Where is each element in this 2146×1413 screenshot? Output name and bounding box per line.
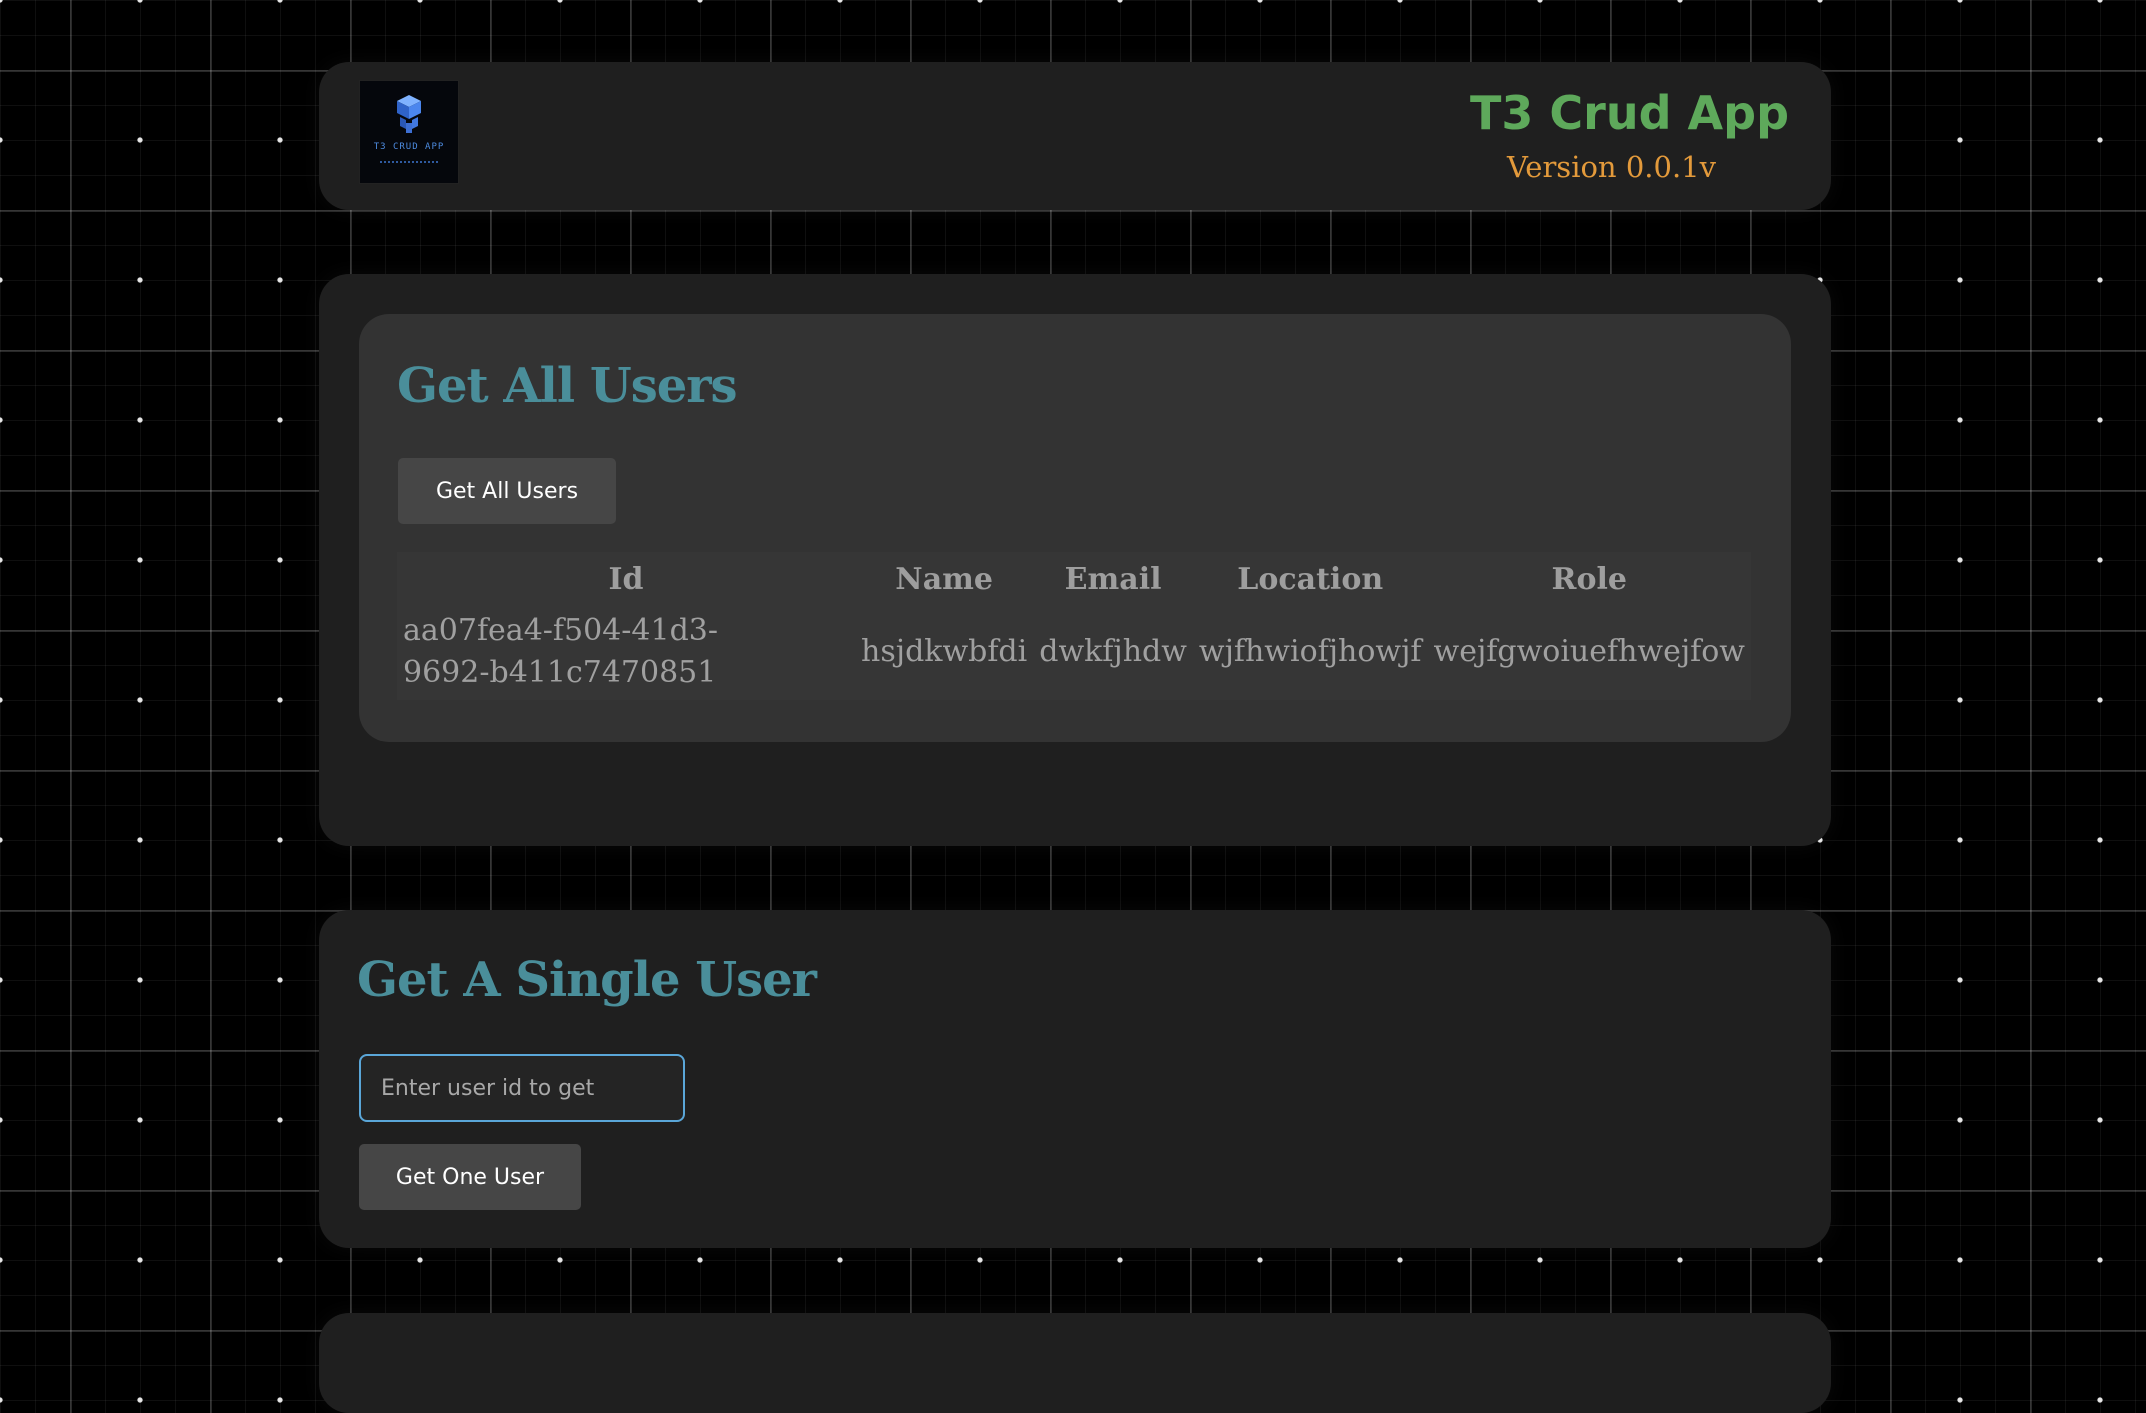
get-all-users-title: Get All Users bbox=[397, 358, 738, 414]
get-single-user-title: Get A Single User bbox=[357, 952, 817, 1008]
column-header-role: Role bbox=[1551, 561, 1627, 597]
app-title: T3 Crud App bbox=[1470, 86, 1789, 140]
app-version: Version 0.0.1v bbox=[1507, 150, 1716, 184]
users-table: Id Name Email Location Role aa07fea4-f50… bbox=[397, 552, 1751, 700]
logo-text: T3 CRUD APP bbox=[373, 142, 445, 152]
user-id-input[interactable] bbox=[359, 1054, 685, 1122]
get-one-user-button[interactable]: Get One User bbox=[359, 1144, 581, 1210]
column-header-name: Name bbox=[895, 561, 993, 597]
cell-email: dwkfjhdw bbox=[1039, 634, 1187, 669]
column-header-email: Email bbox=[1064, 561, 1162, 597]
logo-underline bbox=[380, 161, 438, 165]
column-header-id: Id bbox=[608, 561, 644, 597]
cell-name: hsjdkwbfdi bbox=[861, 634, 1028, 669]
app-logo: T3 CRUD APP bbox=[359, 80, 459, 184]
cell-role: wejfgwoiuefhwejfow bbox=[1433, 634, 1745, 669]
cell-id: aa07fea4-f504-41d3-9692-b411c7470851 bbox=[403, 613, 719, 690]
cube-stack-icon bbox=[397, 95, 421, 133]
column-header-location: Location bbox=[1237, 561, 1384, 597]
get-all-users-section: Get All Users Get All Users Id Name Emai… bbox=[319, 274, 1831, 846]
app-header: T3 CRUD APP T3 Crud App Version 0.0.1v bbox=[319, 62, 1831, 210]
table-row: aa07fea4-f504-41d3-9692-b411c7470851 hsj… bbox=[397, 606, 1751, 700]
table-header-row: Id Name Email Location Role bbox=[397, 552, 1751, 606]
get-single-user-section: Get A Single User Get One User bbox=[319, 910, 1831, 1248]
cell-location: wjfhwiofjhowjf bbox=[1198, 634, 1422, 669]
get-all-users-button[interactable]: Get All Users bbox=[398, 458, 616, 524]
get-all-users-card: Get All Users Get All Users Id Name Emai… bbox=[359, 314, 1791, 742]
next-section-panel bbox=[319, 1313, 1831, 1413]
